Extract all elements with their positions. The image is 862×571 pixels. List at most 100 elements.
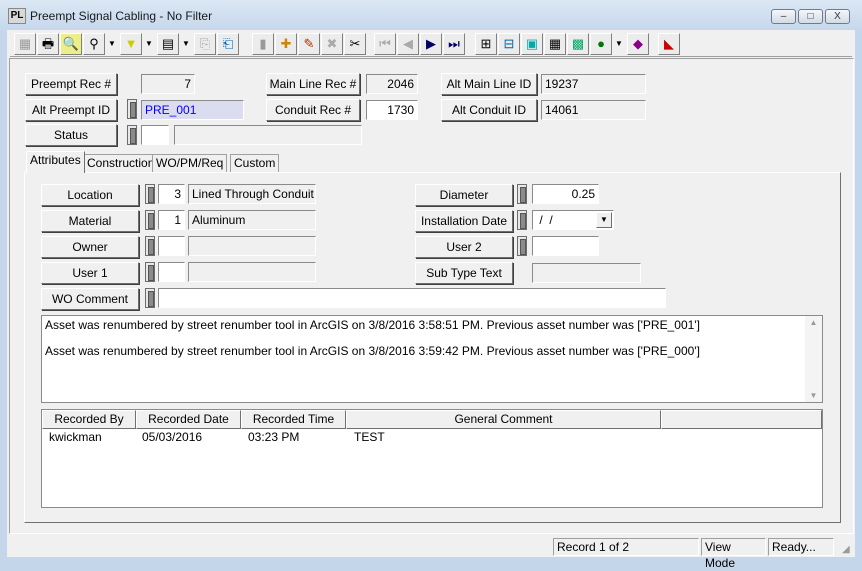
next-record-icon[interactable]: ▶ (420, 33, 442, 55)
relationship-icon[interactable]: ⊟ (498, 33, 520, 55)
globe-icon[interactable]: ● (590, 33, 612, 55)
conduit-rec-input[interactable]: 1730 (366, 100, 418, 120)
query-dropdown-icon[interactable]: ▼ (106, 33, 118, 55)
filter-dropdown-icon[interactable]: ▼ (143, 33, 155, 55)
paste-icon[interactable]: ⎗ (217, 33, 239, 55)
conduit-rec-button[interactable]: Conduit Rec # (266, 99, 360, 121)
required-marker-icon (517, 236, 527, 256)
print-icon[interactable]: 🖶 (37, 33, 59, 55)
cell-recorded-time[interactable]: 03:23 PM (248, 430, 299, 444)
required-marker-icon (145, 210, 155, 230)
date-dropdown-icon[interactable]: ▼ (596, 212, 612, 228)
column-header-blank[interactable] (661, 410, 822, 429)
required-marker-icon (145, 262, 155, 282)
status-mode: View Mode (701, 538, 766, 570)
location-button[interactable]: Location (41, 184, 139, 206)
comments-memo[interactable]: Asset was renumbered by street renumber … (41, 315, 823, 403)
cell-recorded-date[interactable]: 05/03/2016 (142, 430, 202, 444)
tab-custom[interactable]: Custom (230, 154, 280, 173)
main-line-rec-button[interactable]: Main Line Rec # (266, 73, 360, 95)
column-header-recorded-by[interactable]: Recorded By (42, 410, 136, 429)
add-icon[interactable]: ✚ (275, 33, 297, 55)
toolbar: ▦ 🖶 🔍 ⚲ ▼ ▼ ▼ ▤ ▼ ⎘ ⎗ ▮ ✚ ✎ ✖ ✂ ⏮ ◀ ▶ ⏭ … (10, 31, 852, 57)
required-marker-icon (145, 288, 155, 308)
edit-icon[interactable]: ✎ (298, 33, 320, 55)
previous-record-icon[interactable]: ◀ (397, 33, 419, 55)
material-button[interactable]: Material (41, 210, 139, 232)
print-preview-icon[interactable]: 🔍 (60, 33, 82, 55)
diameter-input[interactable]: 0.25 (532, 184, 599, 204)
column-header-recorded-time[interactable]: Recorded Time (241, 410, 346, 429)
user2-button[interactable]: User 2 (415, 236, 513, 258)
status-record: Record 1 of 2 (553, 538, 699, 556)
tab-construction[interactable]: Construction (83, 154, 159, 173)
alt-conduit-id-value: 14061 (541, 100, 646, 120)
calculator-icon[interactable]: ▦ (544, 33, 566, 55)
location-description: Lined Through Conduit (188, 184, 316, 204)
alt-main-line-id-value: 19237 (541, 74, 646, 94)
grid-icon[interactable]: ▦ (14, 33, 36, 55)
tab-attributes[interactable]: Attributes (26, 151, 85, 173)
column-header-general-comment[interactable]: General Comment (346, 410, 661, 429)
map-icon[interactable]: ▣ (521, 33, 543, 55)
alt-conduit-id-button[interactable]: Alt Conduit ID (441, 99, 537, 121)
wo-comment-input[interactable] (158, 288, 666, 308)
memo-line: Asset was renumbered by street renumber … (45, 318, 700, 332)
hierarchy-icon[interactable]: ⊞ (475, 33, 497, 55)
preempt-rec-button[interactable]: Preempt Rec # (25, 73, 117, 95)
status-button[interactable]: Status (25, 124, 117, 146)
close-button[interactable]: X (825, 9, 850, 24)
memo-scrollbar[interactable]: ▲ ▼ (805, 316, 822, 402)
location-code-input[interactable]: 3 (158, 184, 185, 204)
copy-icon[interactable]: ⎘ (194, 33, 216, 55)
user1-description (188, 262, 316, 282)
report-icon[interactable]: ▤ (157, 33, 179, 55)
tab-wo-pm-req[interactable]: WO/PM/Req (152, 154, 228, 173)
material-code-input[interactable]: 1 (158, 210, 185, 230)
cell-general-comment[interactable]: TEST (354, 430, 385, 444)
save-icon[interactable]: ▮ (252, 33, 274, 55)
required-marker-icon (517, 210, 527, 230)
alt-preempt-id-button[interactable]: Alt Preempt ID (25, 99, 117, 121)
required-marker-icon (145, 236, 155, 256)
required-marker-icon (127, 125, 137, 145)
cell-recorded-by[interactable]: kwickman (49, 430, 102, 444)
user1-code-input[interactable] (158, 262, 185, 282)
required-marker-icon (127, 99, 137, 119)
user1-button[interactable]: User 1 (41, 262, 139, 284)
minimize-button[interactable]: – (771, 9, 796, 24)
alt-main-line-id-button[interactable]: Alt Main Line ID (441, 73, 537, 95)
required-marker-icon (145, 184, 155, 204)
wo-comment-button[interactable]: WO Comment (41, 288, 139, 310)
cut-icon[interactable]: ✂ (344, 33, 366, 55)
owner-code-input[interactable] (158, 236, 185, 256)
exit-icon[interactable]: ◣ (658, 33, 680, 55)
chart-icon[interactable]: ▩ (567, 33, 589, 55)
resize-grip-icon[interactable]: ◢ (842, 544, 850, 555)
diameter-button[interactable]: Diameter (415, 184, 513, 206)
status-code-input[interactable] (141, 125, 169, 145)
owner-button[interactable]: Owner (41, 236, 139, 258)
title-bar: PL Preempt Signal Cabling - No Filter – … (0, 0, 862, 30)
window-title: Preempt Signal Cabling - No Filter (30, 9, 213, 23)
status-state: Ready... (768, 538, 834, 556)
report-dropdown-icon[interactable]: ▼ (180, 33, 192, 55)
user2-input[interactable] (532, 236, 599, 256)
sub-type-text-value (532, 263, 641, 283)
query-icon[interactable]: ⚲ (83, 33, 105, 55)
main-line-rec-value: 2046 (366, 74, 418, 94)
required-marker-icon (517, 184, 527, 204)
alt-preempt-id-input[interactable]: PRE_001 (141, 100, 244, 120)
maximize-button[interactable]: □ (798, 9, 823, 24)
delete-icon[interactable]: ✖ (321, 33, 343, 55)
filter-icon[interactable]: ▼ (120, 33, 142, 55)
installation-date-button[interactable]: Installation Date (415, 210, 513, 232)
book-icon[interactable]: ◆ (627, 33, 649, 55)
memo-line: Asset was renumbered by street renumber … (45, 344, 700, 358)
first-record-icon[interactable]: ⏮ (374, 33, 396, 55)
column-header-recorded-date[interactable]: Recorded Date (136, 410, 241, 429)
globe-dropdown-icon[interactable]: ▼ (613, 33, 625, 55)
owner-description (188, 236, 316, 256)
last-record-icon[interactable]: ⏭ (443, 33, 465, 55)
sub-type-text-button[interactable]: Sub Type Text (415, 262, 513, 284)
